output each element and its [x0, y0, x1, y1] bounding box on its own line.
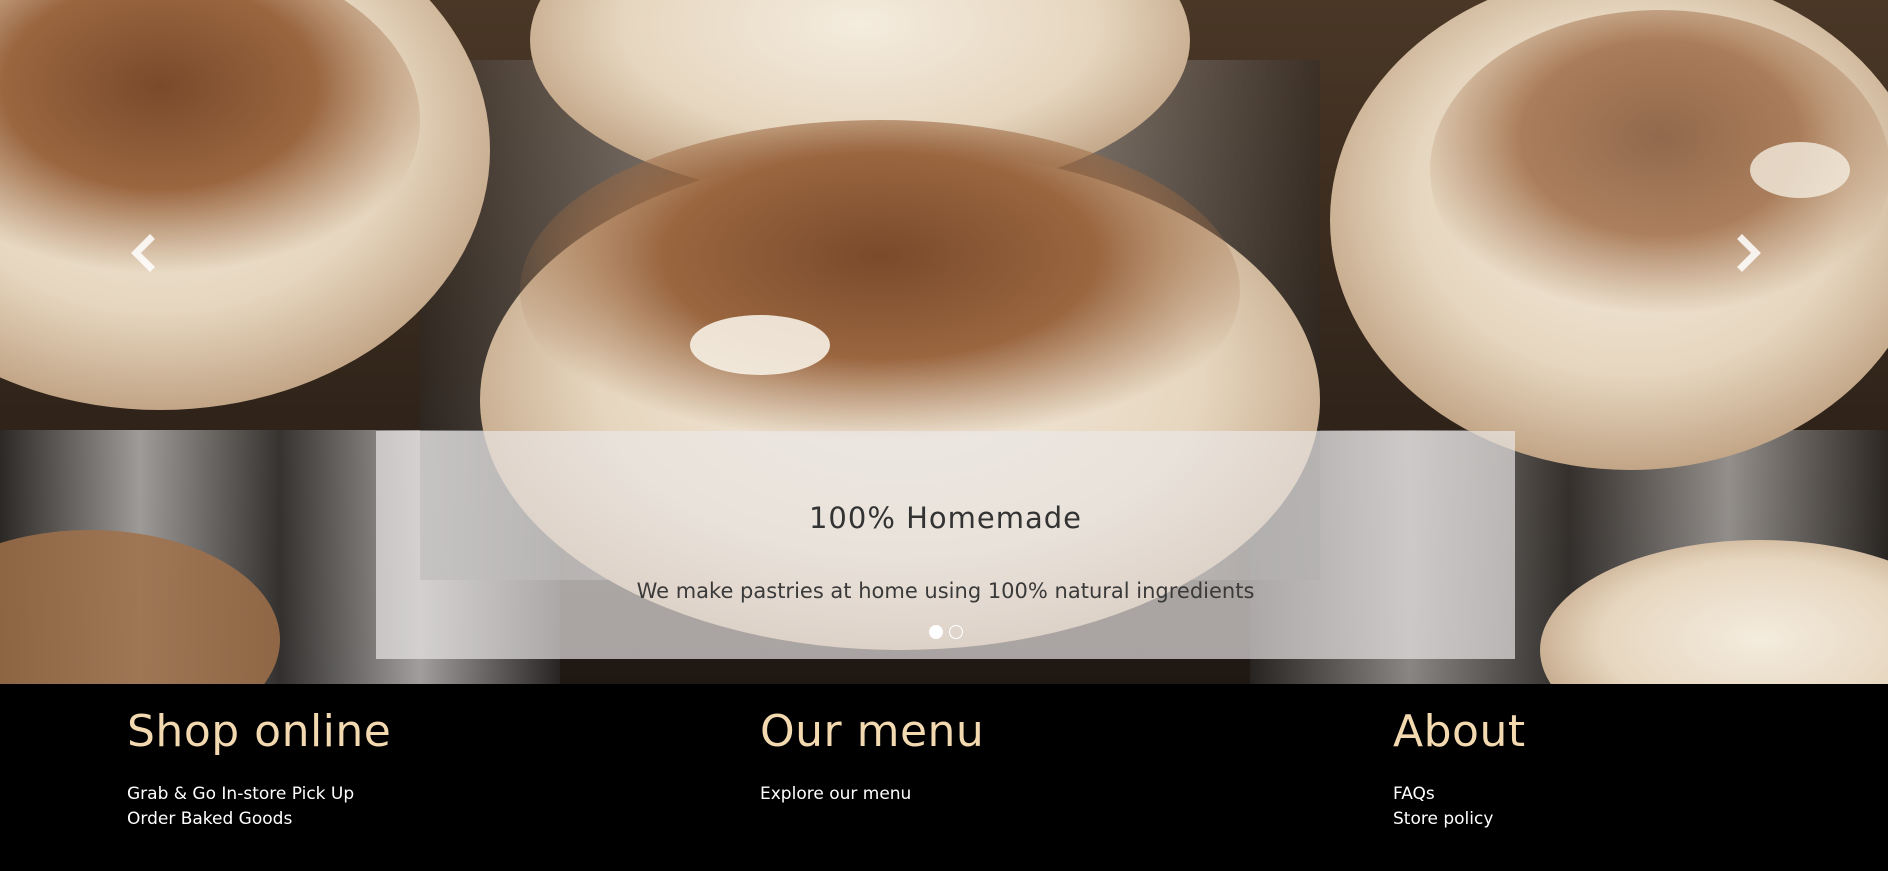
footer-links-about: FAQs Store policy: [1393, 782, 1526, 832]
footer-link-pickup[interactable]: Grab & Go In-store Pick Up: [127, 782, 391, 807]
footer-column-menu: Our menu Explore our menu: [760, 706, 985, 807]
footer-links-menu: Explore our menu: [760, 782, 984, 807]
carousel-indicators: [376, 625, 1515, 639]
carousel-indicator-1[interactable]: [928, 625, 943, 639]
carousel-indicator-2[interactable]: [948, 625, 963, 639]
carousel-caption: 100% Homemade We make pastries at home u…: [376, 431, 1515, 659]
hero-carousel: 100% Homemade We make pastries at home u…: [0, 0, 1888, 684]
footer-link-store-policy[interactable]: Store policy: [1393, 807, 1526, 832]
footer-heading-about: About: [1393, 706, 1526, 757]
chevron-right-icon: [1737, 234, 1761, 272]
footer-links-shop: Grab & Go In-store Pick Up Order Baked G…: [127, 782, 391, 832]
carousel-prev-button[interactable]: [118, 228, 168, 278]
carousel-next-button[interactable]: [1724, 228, 1774, 278]
footer-heading-shop: Shop online: [127, 706, 392, 757]
footer-link-order[interactable]: Order Baked Goods: [127, 807, 391, 832]
footer-link-explore-menu[interactable]: Explore our menu: [760, 782, 984, 807]
chevron-left-icon: [131, 234, 155, 272]
footer-column-about: About FAQs Store policy: [1393, 706, 1526, 832]
slide-title: 100% Homemade: [808, 501, 1083, 535]
footer-column-shop: Shop online Grab & Go In-store Pick Up O…: [127, 706, 392, 832]
footer-heading-menu: Our menu: [760, 706, 985, 757]
slide-description: We make pastries at home using 100% natu…: [636, 579, 1255, 603]
site-footer: Shop online Grab & Go In-store Pick Up O…: [0, 684, 1888, 871]
footer-link-faqs[interactable]: FAQs: [1393, 782, 1526, 807]
